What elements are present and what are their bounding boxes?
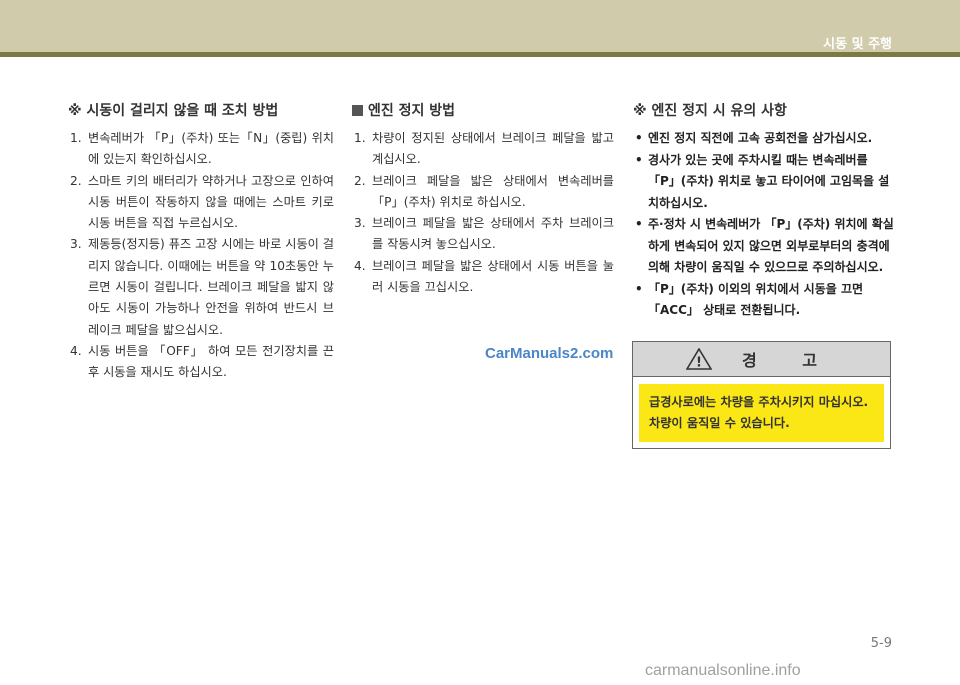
list-item: 2. 브레이크 페달을 밟은 상태에서 변속레버를 「P」(주차) 위치로 하십시… bbox=[354, 173, 614, 209]
page-header: 시동 및 주행 bbox=[0, 0, 960, 52]
header-divider bbox=[0, 52, 960, 57]
list-item: • 「P」(주차) 이외의 위치에서 시동을 끄면 「ACC」 상태로 전환됩니다… bbox=[635, 281, 864, 318]
warning-box: ! 경 고 급경사로에는 차량을 주차시키지 마십시오. 차량이 움직일 수 있… bbox=[632, 341, 891, 449]
watermark-text: CarManuals2.com bbox=[485, 345, 614, 362]
engine-stop-cautions-section: ※ 엔진 정지 시 유의 사항 • 엔진 정지 직전에 고속 공회전을 삼가십시오… bbox=[633, 100, 895, 322]
svg-text:!: ! bbox=[696, 356, 702, 371]
warning-body: 급경사로에는 차량을 주차시키지 마십시오. 차량이 움직일 수 있습니다. bbox=[639, 384, 884, 442]
warning-header: ! 경 고 bbox=[633, 342, 890, 377]
list-item: 2. 스마트 키의 배터리가 약하거나 고장으로 인하여 시동 버튼이 작동하지 … bbox=[70, 173, 334, 231]
engine-stop-section: 엔진 정지 방법 1. 차량이 정지된 상태에서 브레이크 페달을 밟고 계십시오… bbox=[352, 100, 614, 298]
list-item: 3. 브레이크 페달을 밟은 상태에서 주차 브레이크를 작동시켜 놓으십시오. bbox=[354, 216, 614, 252]
engine-stop-title: 엔진 정지 방법 bbox=[352, 100, 614, 120]
footer-brand: carmanualsonline.info bbox=[645, 662, 801, 679]
start-failure-title: ※ 시동이 걸리지 않을 때 조치 방법 bbox=[68, 103, 279, 119]
list-item: • 엔진 정지 직전에 고속 공회전을 삼가십시오. bbox=[635, 131, 873, 145]
warning-line: 차량이 움직일 수 있습니다. bbox=[649, 416, 790, 430]
start-failure-section: ※ 시동이 걸리지 않을 때 조치 방법 1. 변속레버가 「P」(주차) 또는「… bbox=[68, 100, 334, 384]
list-item: 1. 변속레버가 「P」(주차) 또는「N」(중립) 위치에 있는지 확인하십시오… bbox=[70, 131, 334, 167]
list-item: • 주·정차 시 변속레버가 「P」(주차) 위치에 확실하게 변속되어 있지 않… bbox=[635, 217, 894, 274]
engine-stop-list: 1. 차량이 정지된 상태에서 브레이크 페달을 밟고 계십시오. 2. 브레이크 … bbox=[352, 128, 614, 298]
list-item: 4. 브레이크 페달을 밟은 상태에서 시동 버튼을 눌러 시동을 끄십시오. bbox=[354, 258, 614, 295]
warning-triangle-icon: ! bbox=[685, 348, 712, 371]
section-title: 시동 및 주행 bbox=[823, 37, 892, 52]
list-item: • 경사가 있는 곳에 주차시킬 때는 변속레버를 「P」(주차) 위치로 놓고 … bbox=[635, 152, 890, 210]
engine-stop-cautions-title: ※ 엔진 정지 시 유의 사항 bbox=[633, 103, 787, 119]
warning-title: 경 고 bbox=[741, 351, 837, 370]
list-item: 4. 시동 버튼을 「OFF」 하여 모든 전기장치를 끈 후 시동을 재시도 하… bbox=[70, 343, 334, 380]
warning-line: 급경사로에는 차량을 주차시키지 마십시오. bbox=[649, 395, 869, 409]
list-item: 1. 차량이 정지된 상태에서 브레이크 페달을 밟고 계십시오. bbox=[354, 131, 614, 167]
start-failure-list: 1. 변속레버가 「P」(주차) 또는「N」(중립) 위치에 있는지 확인하십시오… bbox=[68, 128, 334, 384]
square-bullet-icon bbox=[352, 105, 363, 116]
list-item: 3. 제동등(정지등) 퓨즈 고장 시에는 바로 시동이 걸리지 않습니다. 이때… bbox=[70, 237, 334, 337]
engine-stop-cautions-list: • 엔진 정지 직전에 고속 공회전을 삼가십시오. • 경사가 있는 곳에 주차시… bbox=[633, 128, 895, 322]
page-number: 5-9 bbox=[870, 636, 892, 651]
